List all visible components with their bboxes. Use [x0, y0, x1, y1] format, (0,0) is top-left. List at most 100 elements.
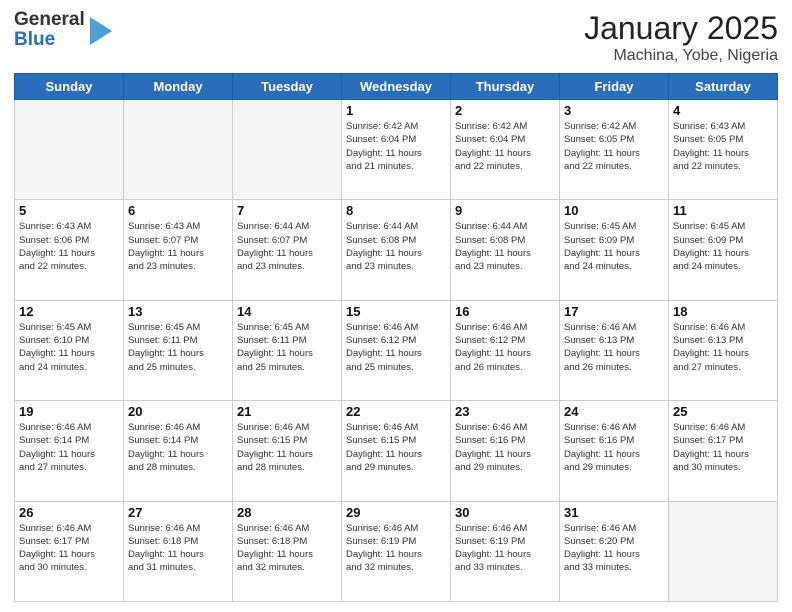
calendar-cell: 29 Sunrise: 6:46 AM Sunset: 6:19 PM Dayli… [342, 501, 451, 601]
day-info: Sunrise: 6:42 AM Sunset: 6:05 PM Dayligh… [564, 120, 664, 173]
page: General Blue January 2025 Machina, Yobe,… [0, 0, 792, 612]
day-number: 8 [346, 203, 446, 218]
day-number: 26 [19, 505, 119, 520]
week-row-2: 5Sunrise: 6:43 AM Sunset: 6:06 PM Daylig… [15, 200, 778, 300]
calendar-cell: 21 Sunrise: 6:46 AM Sunset: 6:15 PM Dayli… [233, 401, 342, 501]
calendar-cell: 19Sunrise: 6:46 AM Sunset: 6:14 PM Dayli… [15, 401, 124, 501]
calendar-cell: 11Sunrise: 6:45 AM Sunset: 6:09 PM Dayli… [669, 200, 778, 300]
week-row-3: 12 Sunrise: 6:45 AM Sunset: 6:10 PM Dayli… [15, 300, 778, 400]
day-info: Sunrise: 6:46 AM Sunset: 6:18 PM Dayligh… [128, 522, 228, 575]
calendar-cell: 26 Sunrise: 6:46 AM Sunset: 6:17 PM Dayli… [15, 501, 124, 601]
day-info: Sunrise: 6:46 AM Sunset: 6:19 PM Dayligh… [455, 522, 555, 575]
calendar-cell: 13Sunrise: 6:45 AM Sunset: 6:11 PM Dayli… [124, 300, 233, 400]
day-number: 23 [455, 404, 555, 419]
calendar-cell: 14Sunrise: 6:45 AM Sunset: 6:11 PM Dayli… [233, 300, 342, 400]
day-number: 28 [237, 505, 337, 520]
weekday-header-sunday: Sunday [15, 74, 124, 100]
day-number: 22 [346, 404, 446, 419]
week-row-1: 1 Sunrise: 6:42 AM Sunset: 6:04 PM Daylig… [15, 100, 778, 200]
day-number: 10 [564, 203, 664, 218]
day-info: Sunrise: 6:42 AM Sunset: 6:04 PM Dayligh… [346, 120, 446, 173]
day-info: Sunrise: 6:46 AM Sunset: 6:16 PM Dayligh… [564, 421, 664, 474]
day-info: Sunrise: 6:43 AM Sunset: 6:05 PM Dayligh… [673, 120, 773, 173]
day-info: Sunrise: 6:46 AM Sunset: 6:15 PM Dayligh… [237, 421, 337, 474]
calendar-cell: 18 Sunrise: 6:46 AM Sunset: 6:13 PM Dayli… [669, 300, 778, 400]
day-number: 27 [128, 505, 228, 520]
weekday-header-row: SundayMondayTuesdayWednesdayThursdayFrid… [15, 74, 778, 100]
day-info: Sunrise: 6:46 AM Sunset: 6:19 PM Dayligh… [346, 522, 446, 575]
day-info: Sunrise: 6:43 AM Sunset: 6:07 PM Dayligh… [128, 220, 228, 273]
calendar-cell: 1 Sunrise: 6:42 AM Sunset: 6:04 PM Daylig… [342, 100, 451, 200]
day-number: 15 [346, 304, 446, 319]
day-number: 7 [237, 203, 337, 218]
day-number: 3 [564, 103, 664, 118]
calendar-cell: 16Sunrise: 6:46 AM Sunset: 6:12 PM Dayli… [451, 300, 560, 400]
calendar-cell: 27 Sunrise: 6:46 AM Sunset: 6:18 PM Dayli… [124, 501, 233, 601]
calendar-cell: 9Sunrise: 6:44 AM Sunset: 6:08 PM Daylig… [451, 200, 560, 300]
logo-blue: Blue [14, 30, 85, 50]
day-info: Sunrise: 6:46 AM Sunset: 6:14 PM Dayligh… [128, 421, 228, 474]
day-number: 25 [673, 404, 773, 419]
calendar-cell: 15 Sunrise: 6:46 AM Sunset: 6:12 PM Dayli… [342, 300, 451, 400]
calendar-cell: 22 Sunrise: 6:46 AM Sunset: 6:15 PM Dayli… [342, 401, 451, 501]
logo-general: General [14, 10, 85, 30]
calendar-cell: 31 Sunrise: 6:46 AM Sunset: 6:20 PM Dayli… [560, 501, 669, 601]
day-number: 12 [19, 304, 119, 319]
calendar-cell: 8 Sunrise: 6:44 AM Sunset: 6:08 PM Daylig… [342, 200, 451, 300]
day-info: Sunrise: 6:45 AM Sunset: 6:09 PM Dayligh… [673, 220, 773, 273]
day-info: Sunrise: 6:45 AM Sunset: 6:10 PM Dayligh… [19, 321, 119, 374]
day-info: Sunrise: 6:46 AM Sunset: 6:15 PM Dayligh… [346, 421, 446, 474]
weekday-header-monday: Monday [124, 74, 233, 100]
calendar-cell: 10Sunrise: 6:45 AM Sunset: 6:09 PM Dayli… [560, 200, 669, 300]
day-info: Sunrise: 6:46 AM Sunset: 6:12 PM Dayligh… [346, 321, 446, 374]
weekday-header-friday: Friday [560, 74, 669, 100]
calendar-cell: 25 Sunrise: 6:46 AM Sunset: 6:17 PM Dayli… [669, 401, 778, 501]
week-row-4: 19 Sunrise: 6:46 AM Sunset: 6:14 PM Dayli… [15, 401, 778, 501]
calendar-cell: 3 Sunrise: 6:42 AM Sunset: 6:05 PM Daylig… [560, 100, 669, 200]
day-info: Sunrise: 6:42 AM Sunset: 6:04 PM Dayligh… [455, 120, 555, 173]
day-info: Sunrise: 6:46 AM Sunset: 6:20 PM Dayligh… [564, 522, 664, 575]
day-info: Sunrise: 6:46 AM Sunset: 6:13 PM Dayligh… [673, 321, 773, 374]
day-info: Sunrise: 6:46 AM Sunset: 6:17 PM Dayligh… [19, 522, 119, 575]
calendar-cell [233, 100, 342, 200]
day-number: 2 [455, 103, 555, 118]
day-info: Sunrise: 6:46 AM Sunset: 6:17 PM Dayligh… [673, 421, 773, 474]
calendar-cell: 5Sunrise: 6:43 AM Sunset: 6:06 PM Daylig… [15, 200, 124, 300]
calendar-title: January 2025 [584, 10, 778, 47]
logo-arrow-icon [90, 17, 112, 45]
calendar-cell: 24Sunrise: 6:46 AM Sunset: 6:16 PM Dayli… [560, 401, 669, 501]
day-number: 20 [128, 404, 228, 419]
calendar-cell: 12 Sunrise: 6:45 AM Sunset: 6:10 PM Dayli… [15, 300, 124, 400]
day-number: 31 [564, 505, 664, 520]
calendar-cell: 4 Sunrise: 6:43 AM Sunset: 6:05 PM Daylig… [669, 100, 778, 200]
calendar-cell [669, 501, 778, 601]
weekday-header-tuesday: Tuesday [233, 74, 342, 100]
day-number: 18 [673, 304, 773, 319]
day-info: Sunrise: 6:46 AM Sunset: 6:18 PM Dayligh… [237, 522, 337, 575]
calendar-cell: 6 Sunrise: 6:43 AM Sunset: 6:07 PM Daylig… [124, 200, 233, 300]
calendar-cell: 17Sunrise: 6:46 AM Sunset: 6:13 PM Dayli… [560, 300, 669, 400]
day-number: 19 [19, 404, 119, 419]
title-block: January 2025 Machina, Yobe, Nigeria [584, 10, 778, 65]
weekday-header-saturday: Saturday [669, 74, 778, 100]
weekday-header-thursday: Thursday [451, 74, 560, 100]
day-number: 21 [237, 404, 337, 419]
calendar-table: SundayMondayTuesdayWednesdayThursdayFrid… [14, 73, 778, 602]
weekday-header-wednesday: Wednesday [342, 74, 451, 100]
calendar-cell: 30Sunrise: 6:46 AM Sunset: 6:19 PM Dayli… [451, 501, 560, 601]
day-number: 5 [19, 203, 119, 218]
calendar-cell [124, 100, 233, 200]
day-number: 1 [346, 103, 446, 118]
day-info: Sunrise: 6:44 AM Sunset: 6:08 PM Dayligh… [346, 220, 446, 273]
day-number: 29 [346, 505, 446, 520]
logo: General Blue [14, 10, 112, 50]
day-number: 6 [128, 203, 228, 218]
day-info: Sunrise: 6:44 AM Sunset: 6:07 PM Dayligh… [237, 220, 337, 273]
calendar-subtitle: Machina, Yobe, Nigeria [584, 47, 778, 65]
week-row-5: 26 Sunrise: 6:46 AM Sunset: 6:17 PM Dayli… [15, 501, 778, 601]
day-info: Sunrise: 6:46 AM Sunset: 6:16 PM Dayligh… [455, 421, 555, 474]
calendar-cell: 28 Sunrise: 6:46 AM Sunset: 6:18 PM Dayli… [233, 501, 342, 601]
calendar-cell: 7 Sunrise: 6:44 AM Sunset: 6:07 PM Daylig… [233, 200, 342, 300]
calendar-cell [15, 100, 124, 200]
day-number: 4 [673, 103, 773, 118]
